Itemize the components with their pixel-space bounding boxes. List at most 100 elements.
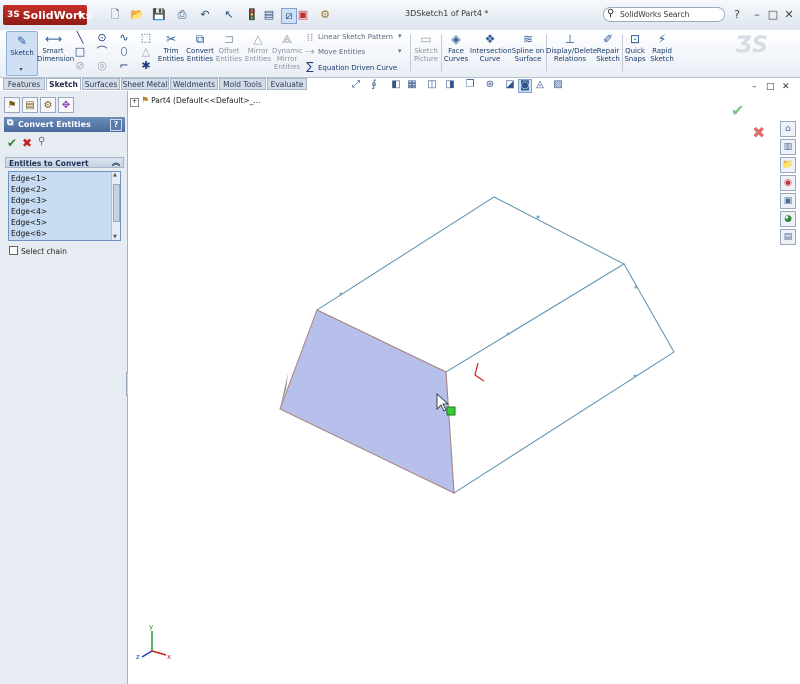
move-entities-item[interactable]: Move Entities	[318, 48, 365, 56]
pushpin-icon[interactable]: ⚲	[38, 136, 45, 147]
list-item[interactable]: Edge<1>	[11, 174, 47, 183]
offset-entities-button[interactable]: ⊐ Offset Entities	[214, 30, 244, 76]
minimize-button[interactable]: –	[750, 8, 764, 22]
display-style-icon[interactable]: ◨	[444, 79, 456, 91]
entities-to-convert-group[interactable]: Entities to Convert ︽	[5, 157, 124, 168]
linear-sketch-pattern-item[interactable]: Linear Sketch Pattern	[318, 33, 393, 41]
spline-surface-label-1: Spline on	[511, 47, 545, 55]
repair-sketch-button[interactable]: ✐ Repair Sketch	[594, 30, 622, 76]
tab-surfaces[interactable]: Surfaces	[82, 78, 120, 90]
point-icon[interactable]: ◎	[96, 60, 108, 72]
circle-icon[interactable]: ⊙	[96, 32, 108, 44]
previous-view-icon[interactable]: ◧	[390, 79, 402, 91]
intersection-curve-icon: ❖	[484, 32, 496, 46]
sketch-button[interactable]: ✎ Sketch ▾	[6, 31, 38, 76]
sketch-3d-icon[interactable]: ⧄	[281, 8, 297, 24]
feature-manager-tab-icon[interactable]: ⚑	[4, 97, 20, 113]
line-icon[interactable]: ╲	[74, 32, 86, 44]
help-button[interactable]: ?	[110, 119, 122, 131]
open-folder-icon[interactable]: 📂	[130, 8, 144, 22]
linear-pattern-dropdown-icon[interactable]: ▾	[398, 32, 402, 40]
move-entities-dropdown-icon[interactable]: ▾	[398, 47, 402, 55]
polygon-icon[interactable]: △	[140, 46, 152, 58]
edit-appearance-icon[interactable]: ⊛	[484, 79, 496, 91]
spline-icon[interactable]: ∿	[118, 32, 130, 44]
zoom-area-icon[interactable]: ∮	[368, 79, 380, 91]
settings-gear-icon[interactable]: ⚙	[318, 8, 332, 22]
file-properties-icon[interactable]: ▤	[262, 8, 276, 22]
help-icon[interactable]: ?	[730, 8, 744, 22]
search-input[interactable]: ⚲ SolidWorks Search	[603, 7, 725, 22]
select-arrow-icon[interactable]: ↖	[222, 8, 236, 22]
save-icon[interactable]: 💾	[152, 8, 166, 22]
dim-xpert-tab-icon[interactable]: ✥	[58, 97, 74, 113]
list-item[interactable]: Edge<3>	[11, 196, 47, 205]
view-orientation-icon[interactable]: ◫	[426, 79, 438, 91]
dynamic-mirror-button[interactable]: ⟁ Dynamic Mirror Entities	[272, 30, 303, 76]
tab-mold-tools[interactable]: Mold Tools	[219, 78, 266, 90]
configuration-manager-tab-icon[interactable]: ⚙	[40, 97, 56, 113]
hide-show-items-icon[interactable]: ❐	[464, 79, 476, 91]
tab-sheet-metal[interactable]: Sheet Metal	[121, 78, 169, 90]
scroll-up-icon[interactable]: ▲	[113, 172, 117, 178]
list-item[interactable]: Edge<2>	[11, 185, 47, 194]
graphics-area[interactable]: + ⚑ Part4 (Default<<Default>_... ⤢ ∮ ◧ ▦ ◫…	[128, 79, 800, 684]
rebuild-icon[interactable]: 🚦	[245, 8, 259, 22]
new-document-icon[interactable]: 🗋	[108, 8, 122, 22]
options-icon[interactable]: ▣	[296, 8, 310, 22]
print-icon[interactable]: ⎙	[175, 8, 189, 22]
sketch-picture-button[interactable]: ▭ Sketch Picture	[411, 30, 441, 76]
apply-scene-icon[interactable]: ◪	[504, 79, 516, 91]
entity-selection-list[interactable]: Edge<1> Edge<2> Edge<3> Edge<4> Edge<5> …	[8, 171, 121, 241]
list-item[interactable]: Edge<6>	[11, 229, 47, 238]
spline-on-surface-button[interactable]: ≋ Spline on Surface	[510, 30, 546, 76]
ok-button[interactable]: ✔	[7, 136, 17, 150]
collapse-chevron-icon[interactable]: ︽	[112, 157, 120, 168]
tab-weldments[interactable]: Weldments	[170, 78, 218, 90]
face-curves-button[interactable]: ◈ Face Curves	[441, 30, 471, 76]
tab-features[interactable]: Features	[3, 78, 45, 90]
section-view-icon[interactable]: ▦	[406, 79, 418, 91]
sketch-fillet-icon[interactable]: ⬚	[140, 32, 152, 44]
document-title: 3DSketch1 of Part4 *	[405, 9, 489, 18]
rectangle-icon[interactable]: □	[74, 46, 86, 58]
checkbox-box[interactable]	[9, 246, 18, 255]
rapid-sketch-button[interactable]: ⚡ Rapid Sketch	[648, 30, 676, 76]
tab-evaluate[interactable]: Evaluate	[267, 78, 307, 90]
list-item[interactable]: Edge<4>	[11, 207, 47, 216]
select-chain-checkbox[interactable]: Select chain	[9, 246, 67, 256]
ellipse-icon[interactable]: ⬯	[118, 46, 130, 58]
tab-sketch[interactable]: Sketch	[46, 78, 81, 90]
mirror-entities-button[interactable]: △ Mirror Entities	[243, 30, 273, 76]
list-item[interactable]: Edge<5>	[11, 218, 47, 227]
smart-dimension-button[interactable]: ⟷ Smart Dimension	[37, 30, 74, 76]
equation-driven-curve-item[interactable]: Equation Driven Curve	[318, 64, 397, 72]
quick-snaps-button[interactable]: ⊡ Quick Snaps	[622, 30, 648, 76]
model-viewport[interactable]	[128, 91, 800, 684]
zoom-to-fit-icon[interactable]: ⤢	[350, 79, 362, 91]
text-icon[interactable]: ✱	[140, 60, 152, 72]
convert-entities-button[interactable]: ⧉ Convert Entities	[185, 30, 215, 76]
close-button[interactable]: ✕	[782, 8, 796, 22]
repair-sketch-icon: ✐	[602, 32, 614, 46]
svg-text:x: x	[167, 653, 171, 661]
centerline-icon[interactable]: ⌐	[118, 60, 130, 72]
undo-icon[interactable]: ↶	[198, 8, 212, 22]
slot-icon[interactable]: ⊘	[74, 60, 86, 72]
display-delete-relations-button[interactable]: ⊥ Display/Delete Relations	[546, 30, 597, 76]
sketch-endpoint-marker[interactable]	[446, 406, 456, 416]
maximize-button[interactable]: □	[766, 8, 780, 22]
shadows-icon[interactable]: ▨	[552, 79, 564, 91]
arc-icon[interactable]: ⌒	[96, 46, 108, 58]
scroll-down-icon[interactable]: ▼	[113, 234, 117, 240]
property-manager-tab-icon[interactable]: ▤	[22, 97, 38, 113]
intersection-curve-button[interactable]: ❖ Intersection Curve	[470, 30, 512, 76]
list-scrollbar[interactable]: ▲ ▼	[111, 172, 120, 240]
property-manager-title: Convert Entities	[18, 120, 91, 129]
trim-entities-button[interactable]: ✂ Trim Entities	[156, 30, 186, 76]
realview-icon[interactable]: ◬	[534, 79, 546, 91]
solidworks-menu-button[interactable]: 3S SolidWorks ▶	[3, 5, 92, 25]
smart-dimension-icon: ⟷	[45, 32, 63, 46]
scroll-thumb[interactable]	[113, 184, 120, 222]
cancel-button[interactable]: ✖	[22, 136, 32, 150]
